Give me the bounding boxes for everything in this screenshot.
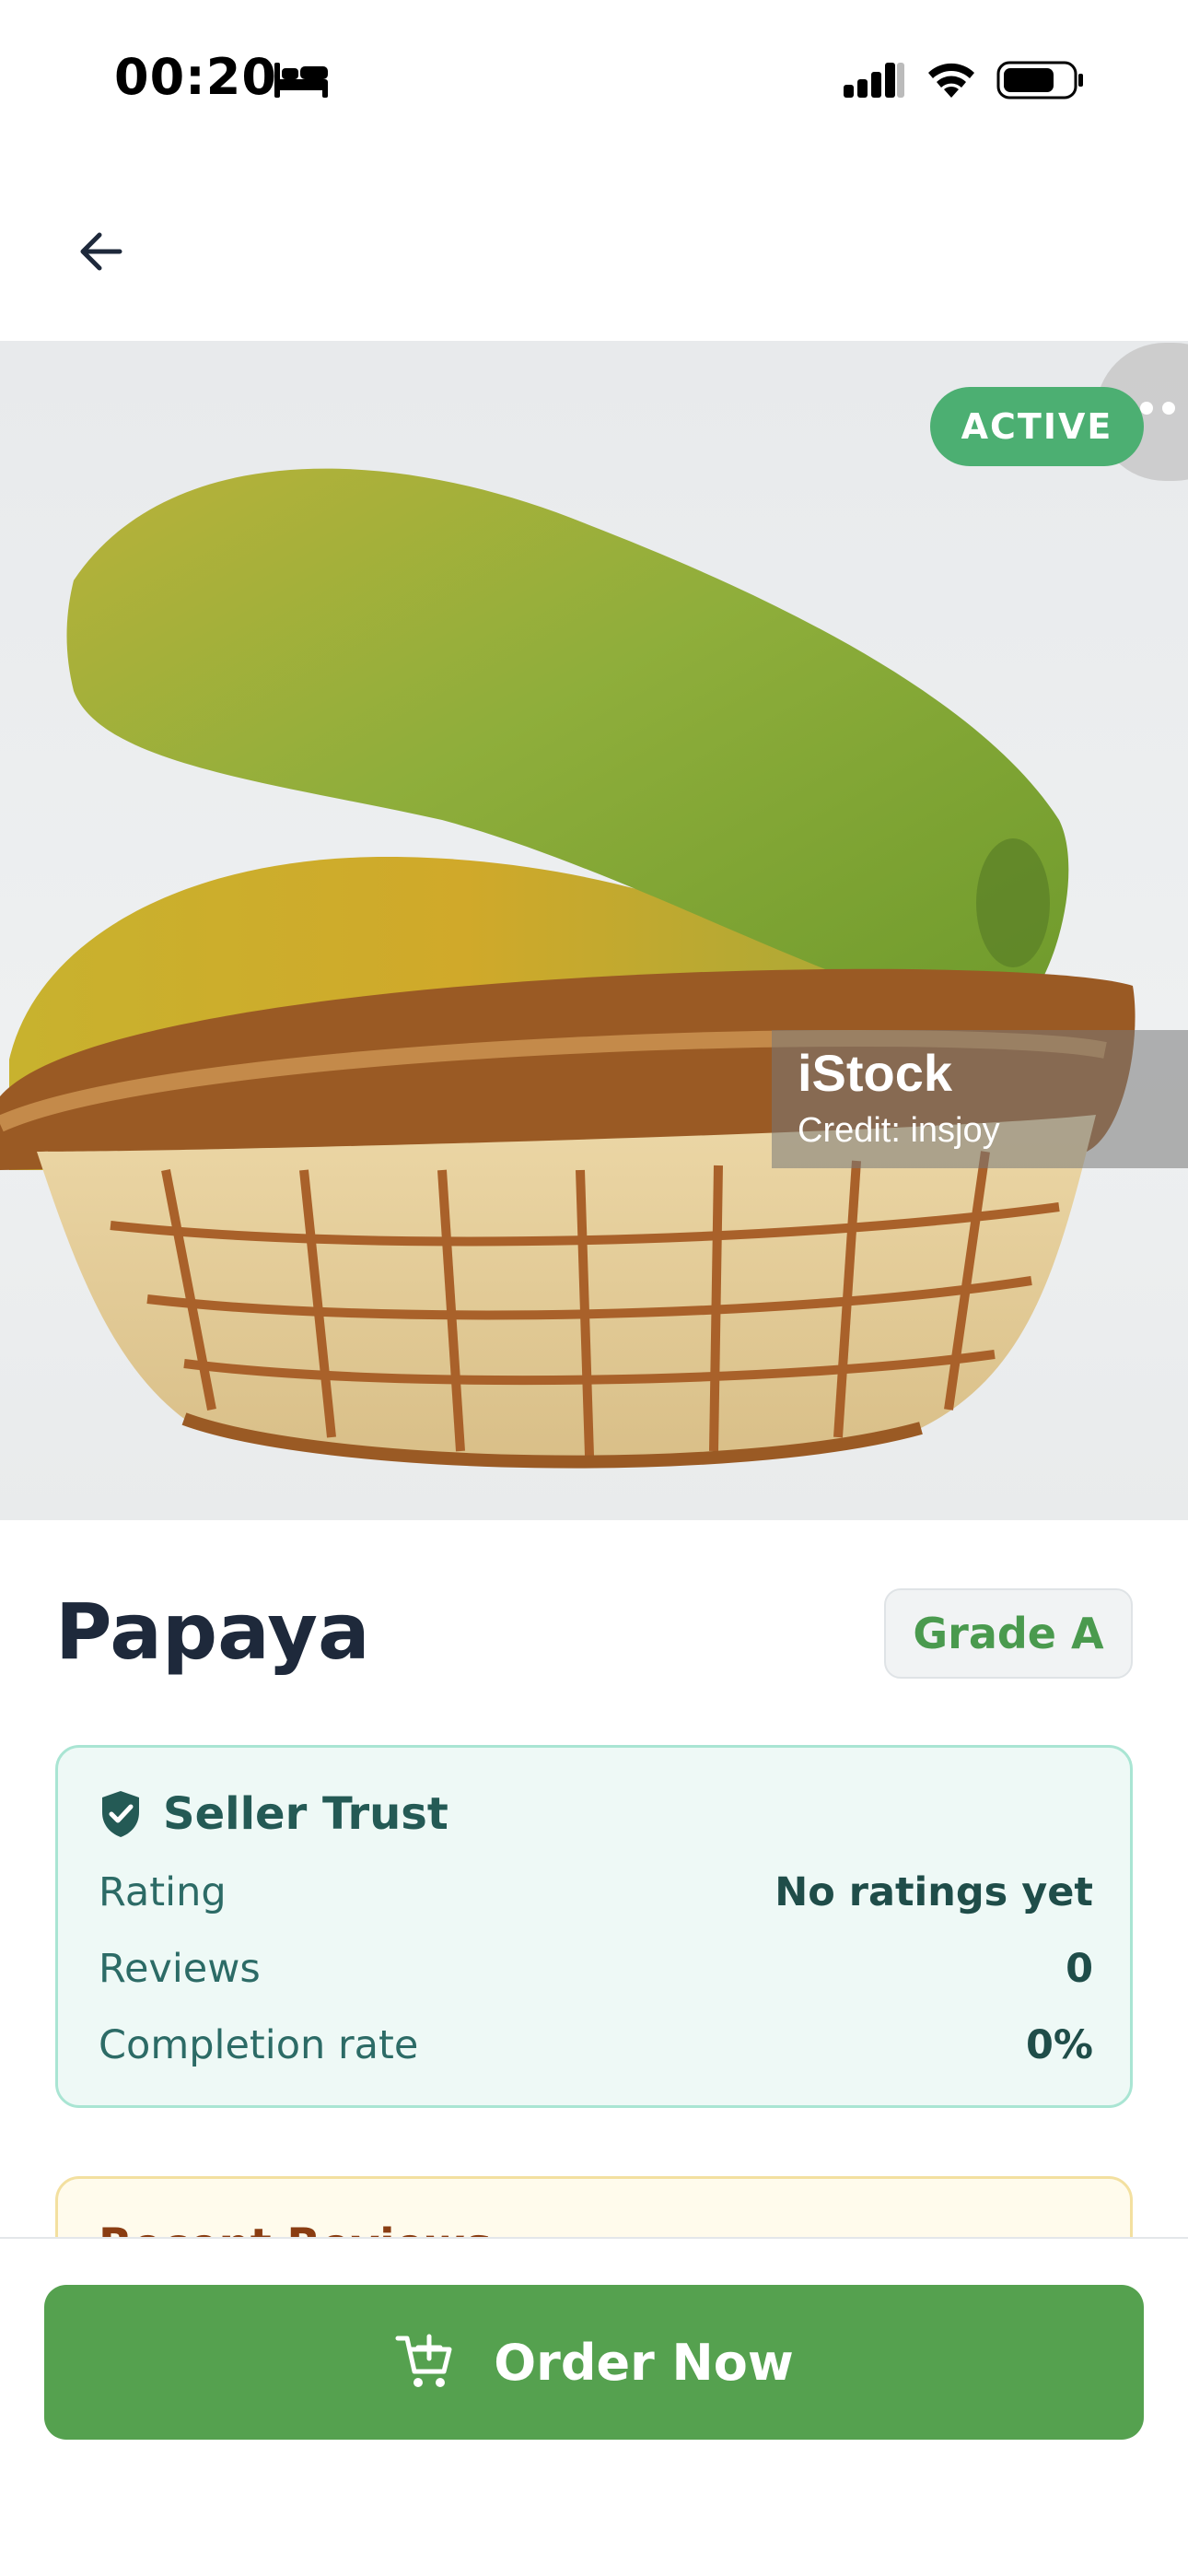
more-dots-icon	[1140, 402, 1153, 415]
status-bar: 00:20	[0, 0, 1188, 161]
status-time: 00:20	[114, 48, 277, 106]
grade-badge: Grade A	[884, 1588, 1133, 1679]
arrow-left-icon	[80, 232, 122, 271]
seller-trust-header: Seller Trust	[99, 1788, 448, 1840]
more-dot	[1162, 402, 1175, 415]
papaya-basket-image	[0, 468, 1136, 1469]
trust-value: 0%	[1025, 2022, 1093, 2068]
bottom-action-bar: Order Now	[0, 2237, 1188, 2576]
seller-trust-title: Seller Trust	[163, 1788, 448, 1840]
shield-check-icon	[102, 1791, 139, 1837]
product-title: Papaya	[55, 1587, 370, 1677]
watermark-brand: iStock	[798, 1044, 953, 1102]
seller-trust-card: Seller Trust Rating No ratings yet Revie…	[55, 1745, 1133, 2108]
product-image: iStock Credit: insjoy	[0, 341, 1188, 1520]
trust-row-reviews: Reviews 0	[99, 1946, 1093, 1992]
trust-row-rating: Rating No ratings yet	[99, 1869, 1093, 1915]
order-now-button[interactable]: Order Now	[44, 2285, 1144, 2440]
battery-icon	[996, 61, 1083, 100]
wifi-icon	[928, 63, 974, 98]
trust-label: Rating	[99, 1869, 227, 1915]
bed-icon	[274, 63, 328, 98]
trust-value: 0	[1066, 1946, 1093, 1992]
watermark-credit: Credit: insjoy	[798, 1111, 1000, 1150]
trust-value: No ratings yet	[775, 1869, 1093, 1915]
order-now-label: Order Now	[494, 2333, 794, 2392]
signal-icon	[844, 63, 904, 98]
trust-label: Completion rate	[99, 2022, 419, 2068]
trust-row-completion: Completion rate 0%	[99, 2022, 1093, 2068]
trust-label: Reviews	[99, 1946, 261, 1992]
watermark: iStock Credit: insjoy	[772, 1030, 1188, 1168]
status-badge: ACTIVE	[930, 387, 1144, 466]
back-button[interactable]	[66, 217, 136, 287]
cart-plus-icon	[395, 2334, 452, 2387]
top-nav	[0, 161, 1188, 341]
